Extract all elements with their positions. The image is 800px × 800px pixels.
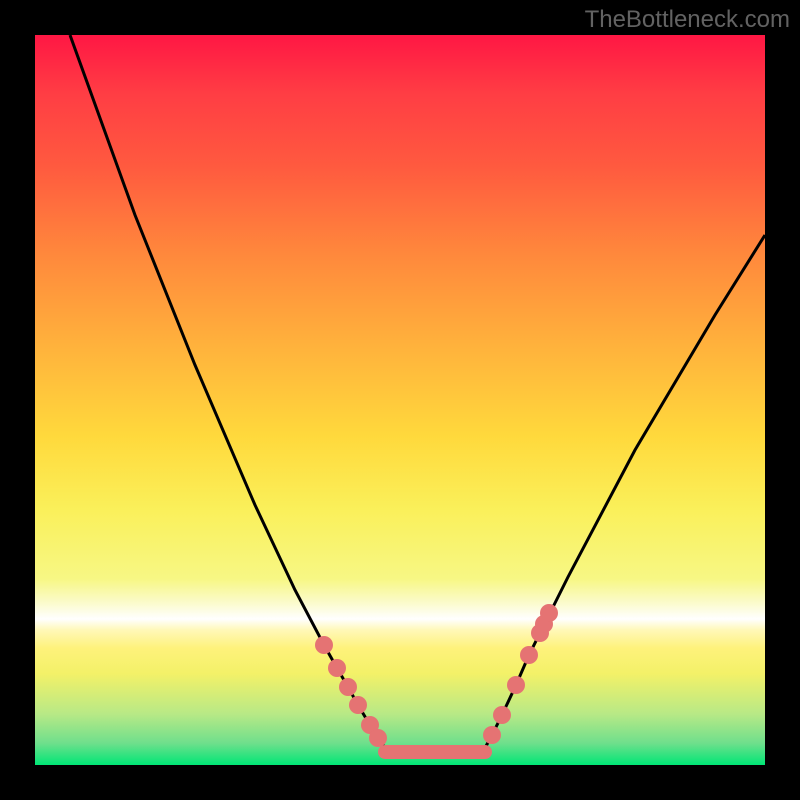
chart-container: TheBottleneck.com xyxy=(0,0,800,800)
data-point xyxy=(339,678,357,696)
right-curve xyxy=(485,235,765,748)
data-point xyxy=(315,636,333,654)
data-point xyxy=(483,726,501,744)
left-curve xyxy=(70,35,385,748)
data-point xyxy=(507,676,525,694)
data-point xyxy=(349,696,367,714)
dots-left xyxy=(315,636,387,747)
chart-svg xyxy=(35,35,765,765)
data-point xyxy=(493,706,511,724)
data-point xyxy=(369,729,387,747)
data-point xyxy=(520,646,538,664)
data-point xyxy=(328,659,346,677)
data-point xyxy=(540,604,558,622)
watermark-text: TheBottleneck.com xyxy=(585,6,790,34)
